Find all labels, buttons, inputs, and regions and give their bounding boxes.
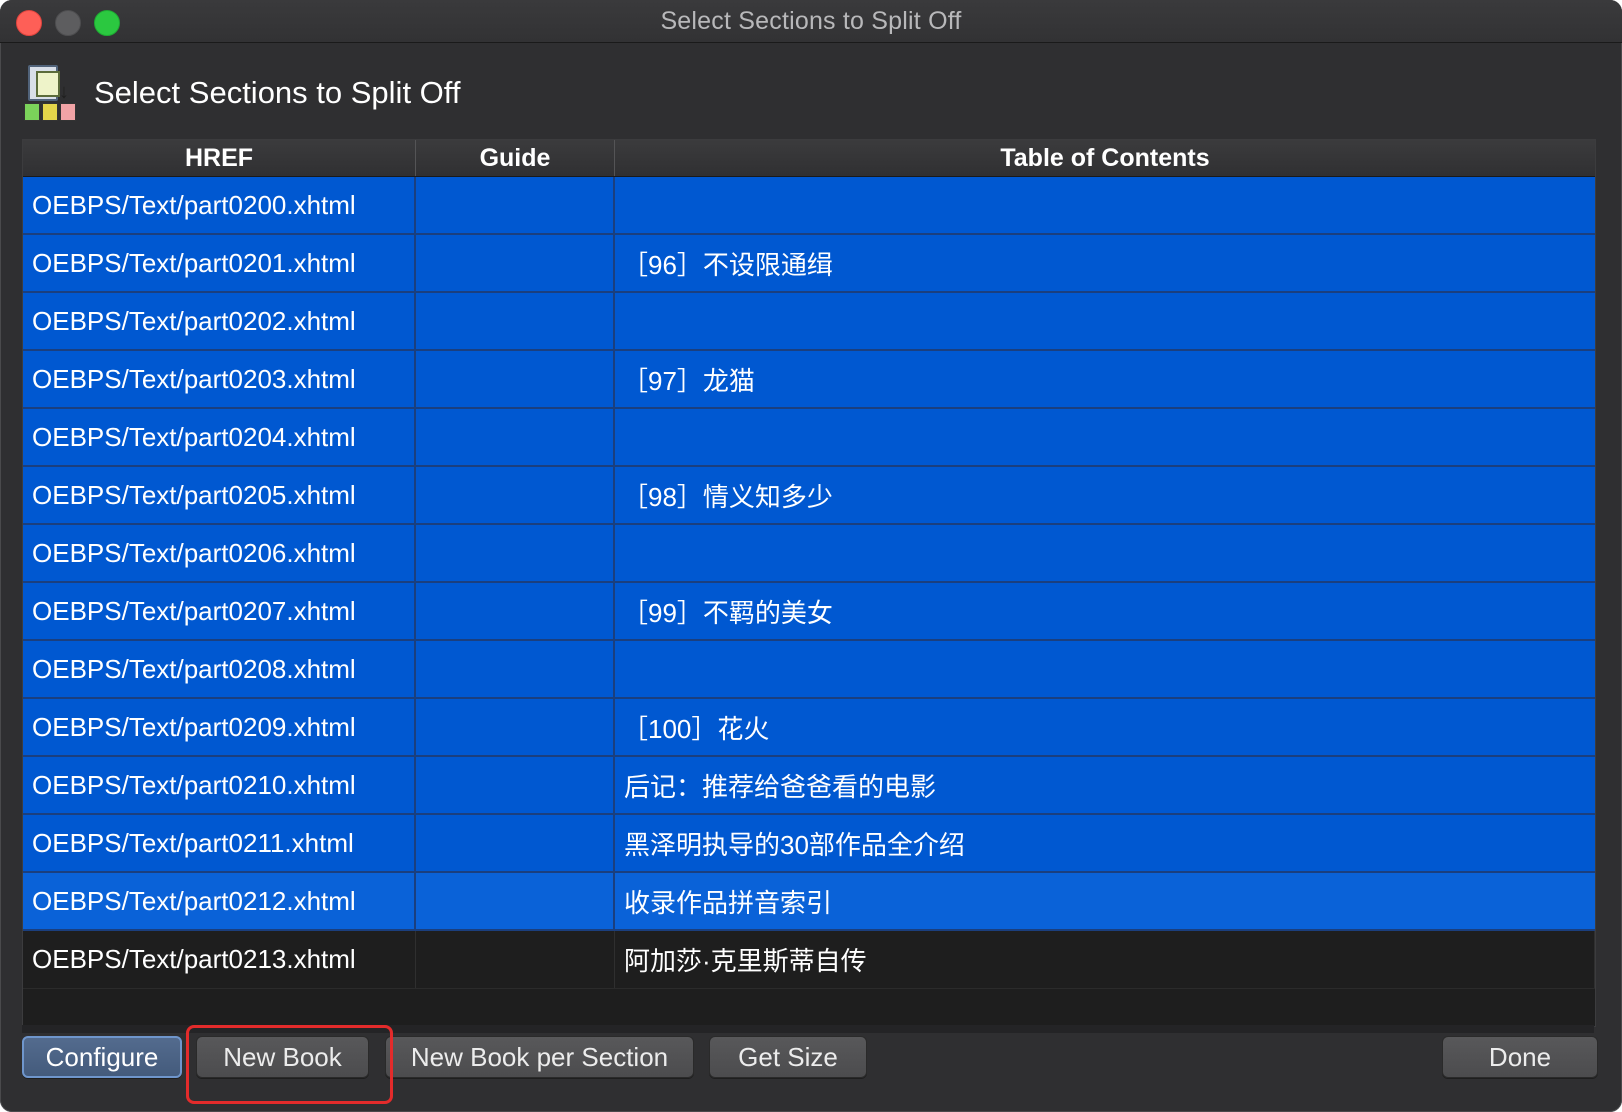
new-book-button[interactable]: New Book xyxy=(196,1036,369,1078)
table-row[interactable]: OEBPS/Text/part0209.xhtml ［100］花火 xyxy=(23,699,1595,757)
href-cell: OEBPS/Text/part0200.xhtml xyxy=(23,177,416,233)
guide-cell xyxy=(416,525,615,581)
title-bar: Select Sections to Split Off xyxy=(0,0,1622,43)
table-row[interactable]: OEBPS/Text/part0202.xhtml xyxy=(23,293,1595,351)
table-row[interactable]: OEBPS/Text/part0201.xhtml ［96］不设限通缉 xyxy=(23,235,1595,293)
href-cell: OEBPS/Text/part0206.xhtml xyxy=(23,525,416,581)
guide-cell xyxy=(416,293,615,349)
table-row[interactable]: OEBPS/Text/part0200.xhtml xyxy=(23,177,1595,235)
href-cell: OEBPS/Text/part0202.xhtml xyxy=(23,293,416,349)
table-row[interactable]: OEBPS/Text/part0211.xhtml 黑泽明执导的30部作品全介绍 xyxy=(23,815,1595,873)
dialog-window: Select Sections to Split Off ↓ Select Se… xyxy=(0,0,1622,1112)
guide-cell xyxy=(416,351,615,407)
table-row[interactable]: OEBPS/Text/part0207.xhtml ［99］不羁的美女 xyxy=(23,583,1595,641)
done-button[interactable]: Done xyxy=(1442,1036,1598,1078)
table-row-current[interactable]: OEBPS/Text/part0212.xhtml 收录作品拼音索引 xyxy=(23,873,1595,931)
new-book-per-section-button[interactable]: New Book per Section xyxy=(385,1036,694,1078)
toc-cell xyxy=(615,525,1595,581)
split-book-icon: ↓ xyxy=(22,63,78,123)
href-cell: OEBPS/Text/part0201.xhtml xyxy=(23,235,416,291)
href-cell: OEBPS/Text/part0203.xhtml xyxy=(23,351,416,407)
column-header-guide[interactable]: Guide xyxy=(416,140,615,176)
guide-cell xyxy=(416,467,615,523)
window-title: Select Sections to Split Off xyxy=(660,6,962,35)
toc-cell: 黑泽明执导的30部作品全介绍 xyxy=(624,829,965,860)
minimize-window-button[interactable] xyxy=(55,10,81,36)
toc-cell xyxy=(615,641,1595,697)
table-row[interactable]: OEBPS/Text/part0205.xhtml ［98］情义知多少 xyxy=(23,467,1595,525)
dialog-header: ↓ Select Sections to Split Off xyxy=(22,62,460,124)
href-cell: OEBPS/Text/part0211.xhtml xyxy=(23,815,416,871)
href-cell: OEBPS/Text/part0213.xhtml xyxy=(23,931,416,988)
guide-cell xyxy=(416,583,615,639)
toc-cell: ［100］花火 xyxy=(622,713,770,744)
table-row[interactable]: OEBPS/Text/part0206.xhtml xyxy=(23,525,1595,583)
configure-button[interactable]: Configure xyxy=(22,1036,182,1078)
zoom-window-button[interactable] xyxy=(94,10,120,36)
table-row[interactable]: OEBPS/Text/part0208.xhtml xyxy=(23,641,1595,699)
table-row[interactable]: OEBPS/Text/part0204.xhtml xyxy=(23,409,1595,467)
href-cell: OEBPS/Text/part0212.xhtml xyxy=(23,873,416,929)
toc-cell: ［97］龙猫 xyxy=(622,365,755,396)
guide-cell xyxy=(416,757,615,813)
guide-cell xyxy=(416,873,615,929)
column-header-href[interactable]: HREF xyxy=(23,140,416,176)
toc-cell: 阿加莎·克里斯蒂自传 xyxy=(615,931,1595,988)
guide-cell xyxy=(416,815,615,871)
toc-cell: 后记：推荐给爸爸看的电影 xyxy=(624,771,937,802)
table-row[interactable]: OEBPS/Text/part0203.xhtml ［97］龙猫 xyxy=(23,351,1595,409)
toc-cell: 收录作品拼音索引 xyxy=(624,887,833,918)
toc-cell: ［98］情义知多少 xyxy=(622,481,833,512)
guide-cell xyxy=(416,177,615,233)
href-cell: OEBPS/Text/part0207.xhtml xyxy=(23,583,416,639)
dialog-title: Select Sections to Split Off xyxy=(94,75,461,110)
href-cell: OEBPS/Text/part0209.xhtml xyxy=(23,699,416,755)
href-cell: OEBPS/Text/part0205.xhtml xyxy=(23,467,416,523)
toc-cell: ［96］不设限通缉 xyxy=(622,249,833,280)
get-size-button[interactable]: Get Size xyxy=(709,1036,867,1078)
table-row[interactable]: OEBPS/Text/part0213.xhtml 阿加莎·克里斯蒂自传 xyxy=(23,931,1595,989)
guide-cell xyxy=(416,641,615,697)
guide-cell xyxy=(416,409,615,465)
table-bottom-edge xyxy=(22,1025,1594,1033)
href-cell: OEBPS/Text/part0210.xhtml xyxy=(23,757,416,813)
href-cell: OEBPS/Text/part0204.xhtml xyxy=(23,409,416,465)
table-row[interactable]: OEBPS/Text/part0210.xhtml 后记：推荐给爸爸看的电影 xyxy=(23,757,1595,815)
guide-cell xyxy=(416,235,615,291)
toc-cell: ［99］不羁的美女 xyxy=(622,597,833,628)
toc-cell xyxy=(615,293,1595,349)
close-window-button[interactable] xyxy=(16,10,42,36)
guide-cell xyxy=(416,699,615,755)
toc-cell xyxy=(615,177,1595,233)
column-header-toc[interactable]: Table of Contents xyxy=(615,140,1595,176)
sections-table[interactable]: HREF Guide Table of Contents OEBPS/Text/… xyxy=(22,139,1596,1027)
href-cell: OEBPS/Text/part0208.xhtml xyxy=(23,641,416,697)
table-header: HREF Guide Table of Contents xyxy=(23,140,1595,177)
toc-cell xyxy=(615,409,1595,465)
guide-cell xyxy=(416,931,615,988)
